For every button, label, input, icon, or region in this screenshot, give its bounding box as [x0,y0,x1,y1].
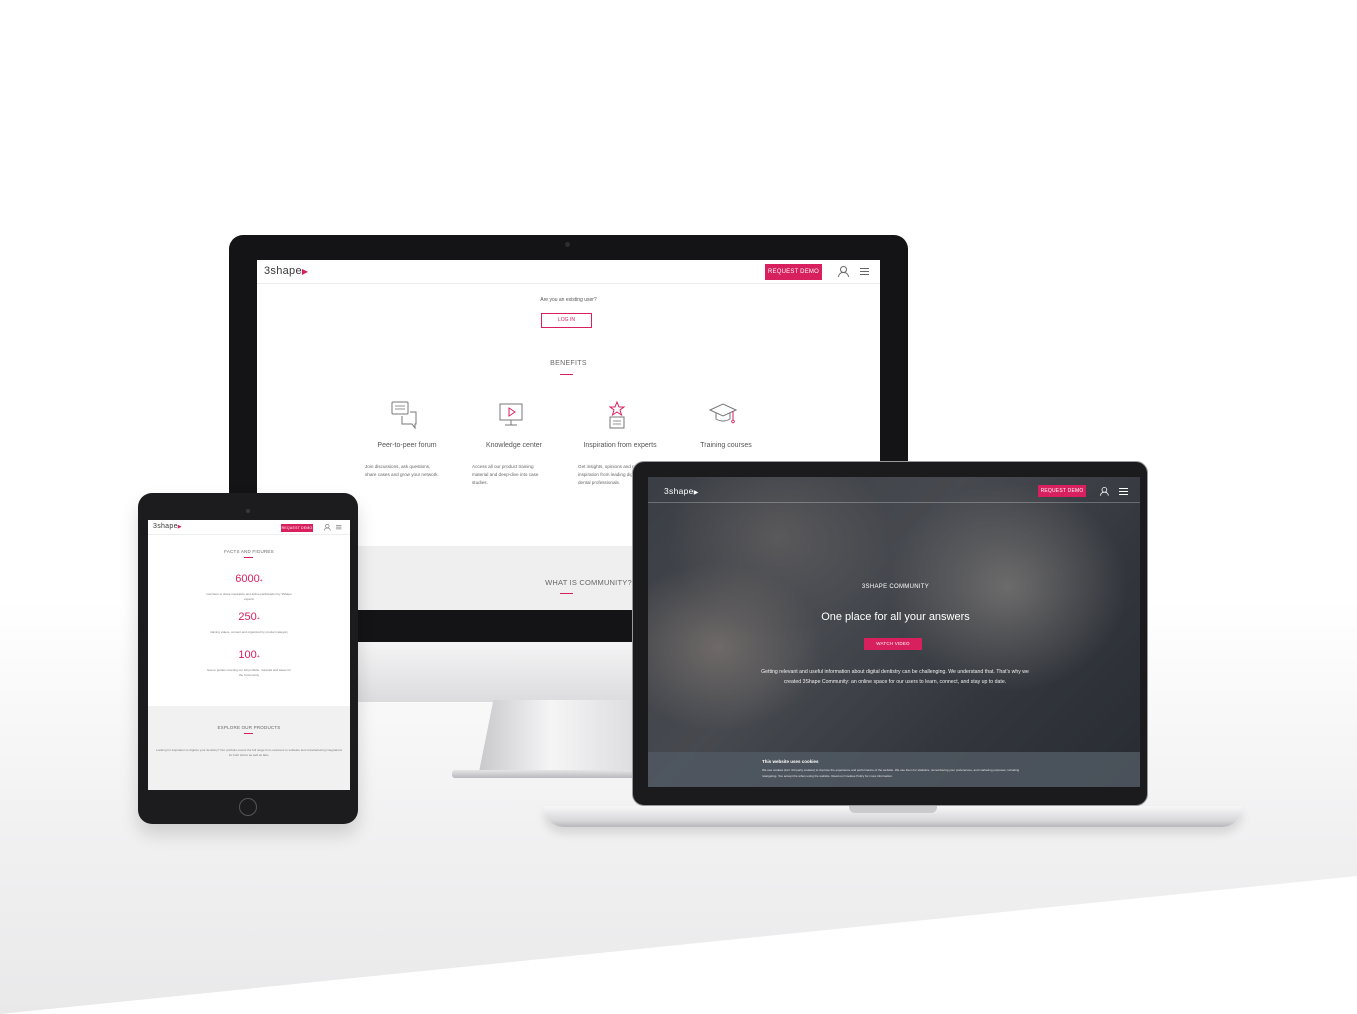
fact-number: 100+ [148,649,350,661]
menu-icon[interactable] [1119,488,1128,495]
logo-text: 3shape [264,265,302,277]
heading-underline [244,557,253,558]
fact-value: 6000 [235,573,260,585]
logo-mark-icon: ▶ [177,524,182,530]
benefit-title: Peer-to-peer forum [377,442,437,449]
brand-logo[interactable]: 3shape▶ [664,486,699,496]
webcam [565,242,570,247]
fact-suffix: + [259,578,263,584]
logo-mark-icon: ▶ [693,490,699,496]
user-icon[interactable] [324,524,331,531]
heading-underline [560,374,573,375]
laptop-notch [849,806,937,813]
benefit-text: Access all our product training material… [472,464,539,485]
user-icon[interactable] [838,266,849,277]
laptop-screen: 3shape▶ REQUEST DEMO 3SHAPE COMMUNITY On… [648,477,1140,787]
fact-number: 250+ [148,611,350,623]
menu-icon[interactable] [860,268,869,275]
brand-logo[interactable]: 3shape▶ [264,265,308,277]
benefit-title: Knowledge center [485,442,543,449]
request-demo-button[interactable]: REQUEST DEMO [281,524,313,532]
tablet-screen: 3shape▶ REQUEST DEMO FACTS AND FIGURES 6… [148,520,350,790]
benefit-title: Inspiration from experts [583,442,657,449]
brand-logo[interactable]: 3shape▶ [153,523,182,530]
tablet-navbar: 3shape▶ REQUEST DEMO [148,520,350,535]
facts-heading: FACTS AND FIGURES [224,549,274,554]
user-icon[interactable] [1100,487,1109,496]
fact-number: 6000+ [148,573,350,585]
heading-underline [244,733,253,734]
logo-text: 3shape [664,486,694,496]
request-demo-button[interactable]: REQUEST DEMO [1038,485,1086,497]
cookie-banner: This website uses cookies We use cookies… [648,752,1140,787]
existing-user-prompt: Are you an existing user? [540,297,597,303]
cookie-text: We use cookies (incl. 3rd party cookies)… [762,768,1020,778]
hero-body: Getting relevant and useful information … [761,669,1029,685]
fact-text: training videos, content and organized b… [210,630,288,634]
fact-value: 250 [238,611,257,623]
laptop-navbar: 3shape▶ REQUEST DEMO [648,477,1140,503]
star-book-icon [608,400,626,429]
watch-video-button[interactable]: WATCH VIDEO [864,638,922,650]
webcam [246,509,250,513]
benefit-text: Join discussions, ask questions, share c… [365,464,439,477]
fact-text: members to share inspiration and active … [206,592,292,601]
cookie-title: This website uses cookies [762,759,819,764]
logo-text: 3shape [153,523,178,530]
menu-icon[interactable] [336,525,342,530]
hero-title: One place for all your answers [821,611,970,623]
explore-text: Looking for inspiration to digitize your… [156,748,342,757]
fact-text: how-to guides covering our full portfoli… [206,668,292,677]
video-player-icon [499,403,523,426]
benefits-heading: BENEFITS [550,360,587,367]
chat-bubbles-icon [391,401,417,430]
fact-suffix: + [256,616,260,622]
login-button[interactable]: LOG IN [541,313,592,328]
logo-mark-icon: ▶ [301,267,309,276]
fact-suffix: + [256,654,260,660]
benefit-title: Training courses [700,442,752,449]
home-button[interactable] [239,798,257,816]
explore-heading: EXPLORE OUR PRODUCTS [217,725,281,730]
request-demo-button[interactable]: REQUEST DEMO [765,264,822,280]
hero-eyebrow: 3SHAPE COMMUNITY [861,584,930,590]
graduation-cap-icon [709,403,737,424]
desktop-navbar: 3shape▶ REQUEST DEMO [257,260,880,284]
fact-value: 100 [238,649,257,661]
heading-underline [560,593,573,594]
hero-image [648,477,1140,787]
